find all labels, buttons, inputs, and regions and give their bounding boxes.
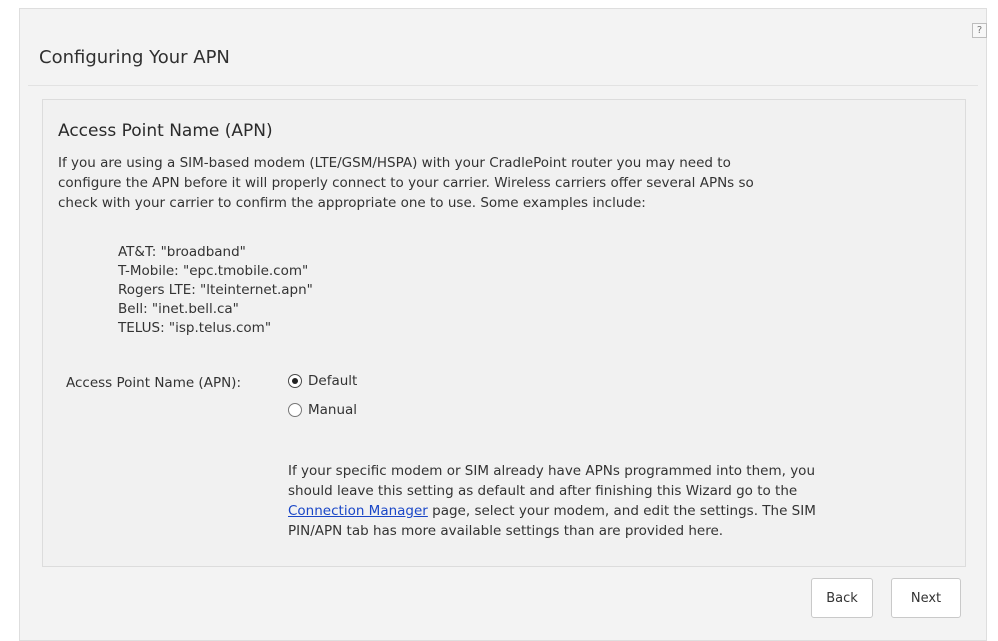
radio-default-label: Default <box>308 373 358 389</box>
note-line-with-link: Connection Manager page, select your mod… <box>288 501 948 521</box>
apn-wizard-panel: ? Configuring Your APN Access Point Name… <box>19 8 987 641</box>
apn-example: Bell: "inet.bell.ca" <box>118 301 239 317</box>
apn-section: Access Point Name (APN) If you are using… <box>42 99 966 567</box>
note-line-rest: page, select your modem, and edit the se… <box>427 503 816 519</box>
apn-default-option[interactable]: Default <box>288 373 357 389</box>
apn-example: T-Mobile: "epc.tmobile.com" <box>118 263 309 279</box>
note-line: PIN/APN tab has more available settings … <box>288 523 724 539</box>
next-button[interactable]: Next <box>891 578 961 618</box>
radio-manual-label: Manual <box>308 402 358 418</box>
apn-manual-option[interactable]: Manual <box>288 402 357 418</box>
apn-field-label: Access Point Name (APN): <box>66 375 241 391</box>
note-line: should leave this setting as default and… <box>288 483 798 499</box>
apn-examples-list: AT&T: "broadband" T-Mobile: "epc.tmobile… <box>118 243 313 338</box>
intro-line: If you are using a SIM-based modem (LTE/… <box>58 155 731 171</box>
help-icon[interactable]: ? <box>972 23 987 38</box>
apn-example: Rogers LTE: "lteinternet.apn" <box>118 282 313 298</box>
radio-default[interactable] <box>288 374 302 388</box>
title-divider <box>28 85 978 86</box>
section-heading: Access Point Name (APN) <box>58 121 273 141</box>
back-button[interactable]: Back <box>811 578 873 618</box>
intro-line: configure the APN before it will properl… <box>58 175 754 191</box>
intro-line: check with your carrier to confirm the a… <box>58 195 646 211</box>
apn-example: AT&T: "broadband" <box>118 244 246 260</box>
intro-text: If you are using a SIM-based modem (LTE/… <box>58 153 928 213</box>
apn-help-note: If your specific modem or SIM already ha… <box>288 461 948 541</box>
wizard-title: Configuring Your APN <box>39 47 230 68</box>
radio-manual[interactable] <box>288 403 302 417</box>
note-line: If your specific modem or SIM already ha… <box>288 463 815 479</box>
apn-example: TELUS: "isp.telus.com" <box>118 320 272 336</box>
connection-manager-link[interactable]: Connection Manager <box>288 503 428 519</box>
